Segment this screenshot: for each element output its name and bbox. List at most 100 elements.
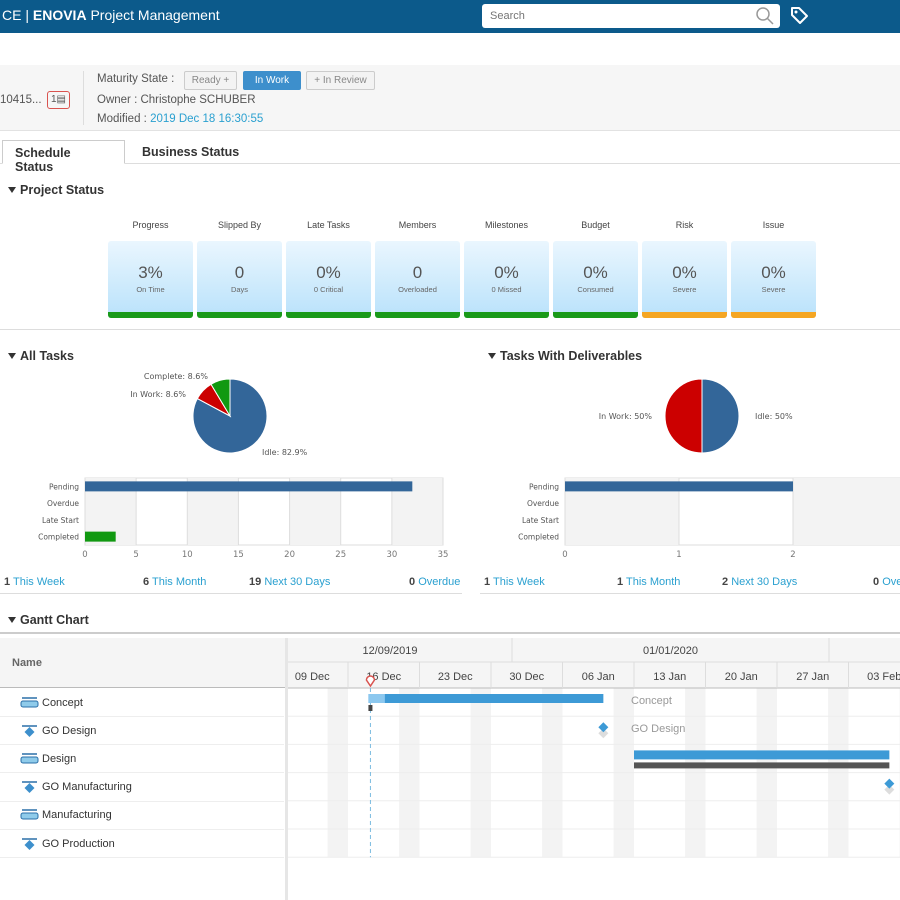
period-label: 12/09/2019 bbox=[362, 645, 417, 657]
pie-label: In Work: 8.6% bbox=[130, 390, 186, 399]
week-label: 23 Dec bbox=[438, 671, 473, 683]
stat-count: 2 bbox=[722, 576, 729, 588]
search-icon[interactable] bbox=[754, 6, 776, 26]
milestone-diamond[interactable] bbox=[598, 722, 609, 733]
card-status-bar bbox=[731, 312, 816, 318]
gantt-row-name[interactable]: Design bbox=[0, 745, 284, 774]
task-name: Manufacturing bbox=[42, 809, 112, 822]
bar[interactable] bbox=[565, 481, 793, 492]
task-name: Concept bbox=[42, 696, 83, 709]
state-in-work-button[interactable]: In Work bbox=[243, 71, 301, 90]
stat-link[interactable]: 2 Next 30 Days bbox=[722, 576, 797, 588]
top-bar: CE | ENOVIA Project Management bbox=[0, 0, 900, 33]
card-value: 0 bbox=[234, 263, 245, 282]
state-ready-button[interactable]: Ready + bbox=[184, 71, 237, 90]
card-label: Slipped By bbox=[217, 220, 262, 230]
stat-link[interactable]: 0 Ove bbox=[873, 576, 900, 588]
state-in-review-button[interactable]: + In Review bbox=[306, 71, 375, 90]
status-card[interactable]: 0 Overloaded bbox=[375, 241, 460, 318]
project-status-heading[interactable]: Project Status bbox=[8, 183, 104, 197]
plus-icon: + bbox=[223, 75, 230, 86]
task-name: Design bbox=[42, 752, 77, 765]
y-category-label: Pending bbox=[49, 482, 79, 491]
status-card[interactable]: 0% 0 Missed bbox=[464, 241, 549, 318]
week-label: 03 Feb bbox=[867, 671, 900, 683]
tag-icon[interactable] bbox=[789, 5, 809, 25]
divider bbox=[0, 593, 462, 594]
status-card[interactable]: 0% Severe bbox=[731, 241, 816, 318]
baseline-bar bbox=[634, 762, 890, 769]
task-icon bbox=[20, 809, 39, 820]
milestone-diamond[interactable] bbox=[884, 778, 895, 789]
state-label: Ready bbox=[191, 75, 221, 86]
stat-link[interactable]: 0 Overdue bbox=[409, 576, 460, 588]
tab-business-status[interactable]: Business Status bbox=[130, 140, 251, 164]
task-bar[interactable] bbox=[634, 750, 890, 760]
card-subtext: Severe bbox=[672, 285, 697, 294]
stat-count: 1 bbox=[617, 576, 624, 588]
card-status-bar bbox=[375, 312, 460, 318]
search-input[interactable] bbox=[482, 4, 780, 28]
divider bbox=[0, 632, 900, 634]
stat-link[interactable]: 6 This Month bbox=[143, 576, 206, 588]
week-label: 30 Dec bbox=[509, 671, 544, 683]
x-tick-label: 0 bbox=[82, 550, 87, 560]
y-category-label: Late Start bbox=[42, 516, 79, 525]
card-subtext: Overloaded bbox=[398, 285, 437, 294]
task-bar[interactable] bbox=[368, 694, 604, 703]
pie-slice[interactable] bbox=[701, 378, 740, 454]
revision-badge[interactable]: 1▤ bbox=[47, 91, 70, 109]
week-label: 27 Jan bbox=[796, 671, 829, 683]
brand: ENOVIA bbox=[32, 7, 87, 23]
tab-schedule-status[interactable]: Schedule Status bbox=[2, 140, 125, 174]
milestone-icon bbox=[22, 724, 37, 737]
card-label: Progress bbox=[132, 220, 169, 230]
x-tick-label: 2 bbox=[790, 550, 795, 560]
gantt-row-name[interactable]: Concept bbox=[0, 689, 284, 717]
task-progress bbox=[368, 694, 385, 703]
card-subtext: Severe bbox=[761, 285, 786, 294]
stat-link[interactable]: 1 This Month bbox=[617, 576, 680, 588]
task-bar-label: Concept bbox=[631, 695, 672, 707]
status-card[interactable]: 0 Days bbox=[197, 241, 282, 318]
x-tick-label: 20 bbox=[284, 550, 295, 560]
status-card[interactable]: 3% On Time bbox=[108, 241, 193, 318]
status-card[interactable]: 0% Consumed bbox=[553, 241, 638, 318]
card-status-bar bbox=[286, 312, 371, 318]
task-name: GO Manufacturing bbox=[42, 781, 132, 794]
gantt-name-header[interactable]: Name bbox=[0, 638, 285, 688]
milestone-icon bbox=[22, 781, 37, 794]
stat-count: 6 bbox=[143, 576, 150, 588]
modified-date: 2019 Dec 18 16:30:55 bbox=[150, 113, 264, 125]
card-status-bar bbox=[553, 312, 638, 318]
maturity-label: Maturity State : bbox=[97, 73, 175, 85]
stat-link[interactable]: 1 This Week bbox=[4, 576, 65, 588]
gantt-heading[interactable]: Gantt Chart bbox=[8, 613, 89, 627]
state-label: In Work bbox=[254, 75, 290, 86]
stat-label: This Week bbox=[12, 576, 65, 588]
status-card[interactable]: 0% 0 Critical bbox=[286, 241, 371, 318]
card-label: Late Tasks bbox=[307, 220, 350, 230]
status-card[interactable]: 0% Severe bbox=[642, 241, 727, 318]
task-icon bbox=[20, 696, 39, 707]
stat-label: This Month bbox=[625, 576, 681, 588]
gantt-row-name[interactable]: GO Design bbox=[0, 717, 284, 746]
plus-icon: + bbox=[314, 75, 321, 86]
task-icon bbox=[20, 753, 39, 764]
object-id: 10415... bbox=[0, 94, 42, 106]
bar[interactable] bbox=[85, 481, 413, 492]
bar[interactable] bbox=[85, 531, 116, 542]
y-category-label: Overdue bbox=[47, 499, 79, 508]
title-prefix: CE | bbox=[2, 7, 33, 23]
x-tick-label: 0 bbox=[562, 550, 567, 560]
card-status-bar bbox=[197, 312, 282, 318]
card-value: 3% bbox=[138, 263, 163, 282]
app-title: CE | ENOVIA Project Management bbox=[2, 7, 220, 23]
gantt-row-name[interactable]: Manufacturing bbox=[0, 802, 284, 830]
card-value: 0% bbox=[316, 263, 341, 282]
stat-link[interactable]: 19 Next 30 Days bbox=[249, 576, 330, 588]
gantt-row-name[interactable]: GO Production bbox=[0, 830, 284, 858]
pie-slice[interactable] bbox=[664, 378, 703, 454]
gantt-row-name[interactable]: GO Manufacturing bbox=[0, 774, 284, 802]
stat-link[interactable]: 1 This Week bbox=[484, 576, 545, 588]
